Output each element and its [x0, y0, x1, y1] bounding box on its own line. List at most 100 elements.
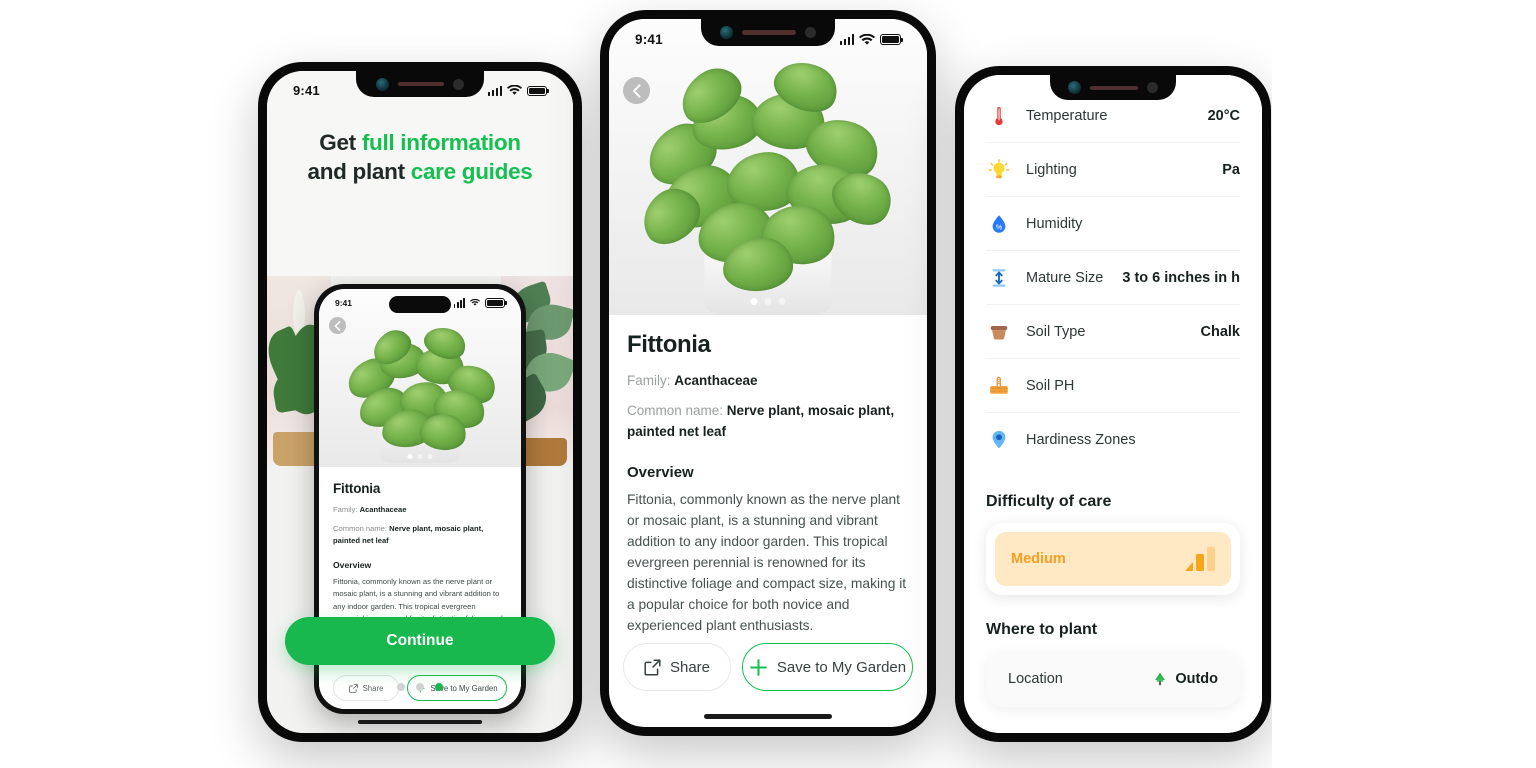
pager-dot-2[interactable]: [416, 683, 424, 691]
difficulty-level-bars-icon: [1185, 547, 1215, 571]
location-label: Location: [1008, 671, 1063, 687]
phone2-home-indicator[interactable]: [704, 714, 832, 719]
continue-label: Continue: [386, 632, 454, 649]
phone1-notch: [356, 71, 484, 97]
carousel-dot-2[interactable]: [764, 298, 772, 305]
care-label: Mature Size: [1026, 269, 1104, 286]
care-row-humidity[interactable]: % Humidity: [986, 197, 1240, 251]
care-value: Chalk: [1200, 323, 1241, 340]
plant-hero-photo: [609, 19, 927, 315]
water-drop-icon: %: [986, 211, 1012, 237]
plus-icon: [750, 658, 767, 676]
inner-family-line: Family: Acanthaceae: [333, 504, 507, 515]
care-row-soil-type[interactable]: Soil Type Chalk: [986, 305, 1240, 359]
dynamic-island: [389, 296, 451, 313]
svg-text:%: %: [996, 222, 1003, 231]
status-indicators: [487, 85, 547, 96]
phone1-home-indicator[interactable]: [358, 719, 482, 724]
inner-common-label: Common name:: [333, 524, 390, 534]
pager-dot-1[interactable]: [397, 683, 405, 691]
phone-onboarding: 9:41 Get full information and plant care…: [258, 62, 582, 742]
onboarding-headline: Get full information and plant care guid…: [267, 129, 573, 187]
care-row-mature-size[interactable]: Mature Size 3 to 6 inches in h: [986, 251, 1240, 305]
headline-highlight-1: full information: [361, 130, 521, 155]
care-value: 3 to 6 inches in h: [1122, 269, 1240, 286]
inner-status-time: 9:41: [335, 298, 353, 308]
sensor-icon: [805, 27, 816, 38]
detail-status-time: 9:41: [635, 32, 663, 47]
location-card[interactable]: Location Outdo: [986, 651, 1240, 707]
share-icon: [644, 658, 661, 676]
height-arrows-icon: [986, 265, 1012, 291]
overview-text: Fittonia, commonly known as the nerve pl…: [627, 491, 907, 633]
status-time: 9:41: [293, 83, 320, 98]
inner-common-line: Common name: Nerve plant, mosaic plant, …: [333, 523, 507, 546]
difficulty-card[interactable]: Medium: [986, 523, 1240, 595]
care-label: Soil PH: [1026, 377, 1075, 394]
share-button[interactable]: Share: [623, 643, 731, 691]
detail-action-bar: Share Save to My Garden: [623, 643, 913, 691]
care-detail-scroll[interactable]: Temperature 20°C Lighting Pa % Humidity: [964, 75, 1262, 733]
inner-overview-heading: Overview: [333, 560, 372, 571]
inner-family-label: Family:: [333, 505, 360, 514]
where-to-plant-heading: Where to plant: [986, 621, 1098, 638]
carousel-dot-3[interactable]: [778, 298, 786, 305]
battery-icon: [880, 34, 901, 45]
inner-family-value: Acanthaceae: [359, 505, 407, 514]
carousel-dot-1[interactable]: [750, 298, 758, 305]
phone2-screen: 9:41 Fittonia Family: Acanthaceae Common…: [609, 19, 927, 727]
inner-share-button[interactable]: Share: [333, 675, 399, 701]
soil-ph-icon: [986, 373, 1012, 399]
thermometer-icon: [986, 103, 1012, 129]
care-row-lighting[interactable]: Lighting Pa: [986, 143, 1240, 197]
phone3-screen: Temperature 20°C Lighting Pa % Humidity: [964, 75, 1262, 733]
earpiece-speaker: [398, 82, 444, 86]
chevron-left-icon: [632, 83, 641, 98]
care-label: Soil Type: [1026, 323, 1086, 340]
continue-button[interactable]: Continue: [285, 617, 555, 665]
front-camera-icon: [376, 77, 389, 91]
difficulty-heading: Difficulty of care: [986, 493, 1112, 510]
soil-pot-icon: [986, 319, 1012, 345]
plant-detail-body: Fittonia Family: Acanthaceae Common name…: [609, 315, 927, 639]
share-icon: [348, 683, 358, 693]
onboarding-pager[interactable]: [397, 683, 443, 691]
care-row-hardiness-zones[interactable]: Hardiness Zones: [986, 413, 1240, 467]
common-name-line: Common name: Nerve plant, mosaic plant, …: [627, 401, 909, 442]
cellular-signal-icon: [839, 34, 854, 45]
location-value-wrap: Outdo: [1152, 671, 1218, 687]
plant-title: Fittonia: [627, 331, 711, 358]
save-to-my-garden-button[interactable]: Save to My Garden: [742, 643, 913, 691]
earpiece-speaker: [1090, 85, 1138, 90]
family-line: Family: Acanthaceae: [627, 371, 909, 391]
family-label: Family:: [627, 373, 675, 388]
front-camera-icon: [720, 26, 733, 39]
sensor-icon: [1147, 82, 1158, 93]
inner-back-button[interactable]: [329, 317, 346, 334]
location-row: Location Outdo: [986, 651, 1240, 707]
inner-wifi-icon: [470, 299, 480, 306]
family-value: Acanthaceae: [674, 373, 758, 388]
tree-icon: [1155, 672, 1166, 686]
care-value: Pa: [1222, 161, 1240, 178]
headline-plain-1: Get: [319, 130, 362, 155]
care-label: Hardiness Zones: [1026, 432, 1136, 448]
inner-carousel-dots[interactable]: [407, 454, 433, 459]
back-button[interactable]: [623, 77, 650, 104]
map-pin-icon: [986, 427, 1012, 453]
difficulty-value: Medium: [1011, 551, 1066, 567]
phone1-screen: 9:41 Get full information and plant care…: [267, 71, 573, 733]
phone-plant-detail: 9:41 Fittonia Family: Acanthaceae Common…: [600, 10, 936, 736]
location-value: Outdo: [1175, 671, 1218, 687]
inner-detail-body: Fittonia Family: Acanthaceae Common name…: [319, 467, 521, 709]
hero-carousel-dots[interactable]: [750, 298, 786, 305]
pager-dot-3[interactable]: [435, 683, 443, 691]
sensor-icon: [453, 78, 464, 90]
headline-highlight-2: care guides: [410, 158, 533, 184]
wifi-icon: [859, 33, 875, 45]
care-row-soil-ph[interactable]: Soil PH: [986, 359, 1240, 413]
inner-plant-title: Fittonia: [333, 481, 381, 496]
wifi-icon: [507, 85, 522, 95]
headline-plain-2: and plant: [307, 158, 411, 184]
fittonia-hero-art: [609, 19, 927, 315]
